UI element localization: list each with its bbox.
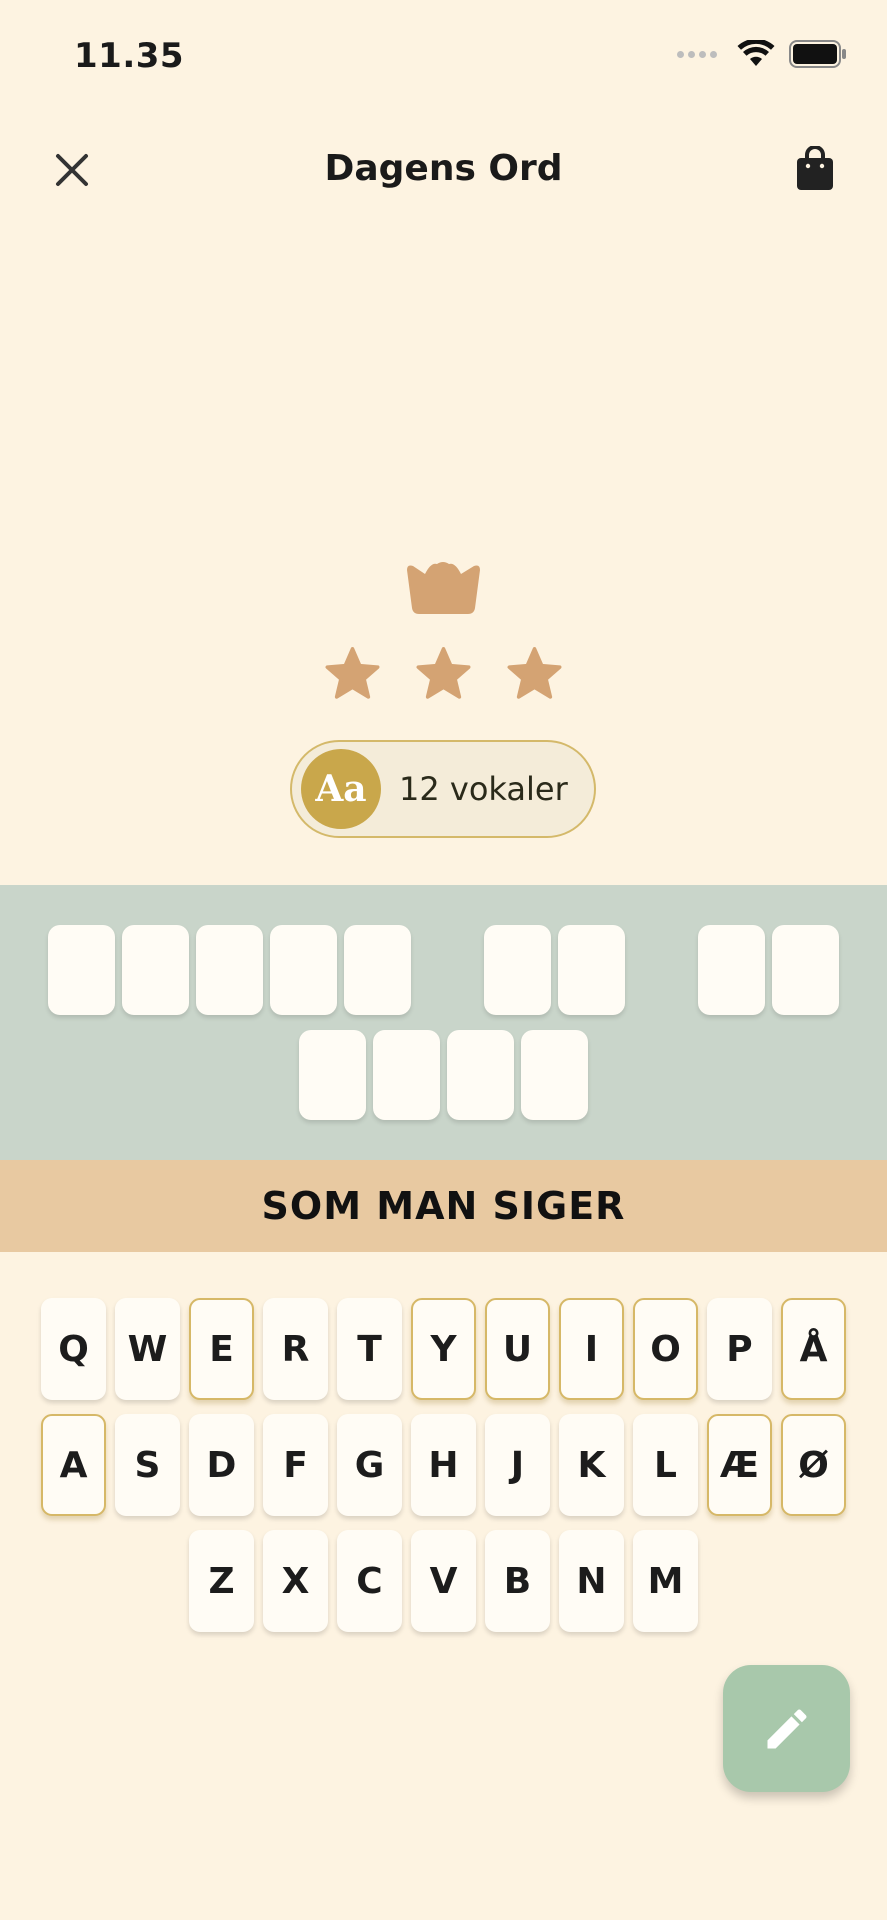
letter-tile[interactable] [196, 925, 263, 1015]
letter-tile[interactable] [521, 1030, 588, 1120]
letter-tile[interactable] [344, 925, 411, 1015]
edit-fab-button[interactable] [723, 1665, 850, 1792]
letter-tile[interactable] [299, 1030, 366, 1120]
battery-icon [789, 40, 846, 68]
key-h[interactable]: H [411, 1414, 476, 1516]
status-time: 11.35 [74, 36, 185, 76]
key-o[interactable]: O [633, 1298, 698, 1400]
letter-tile[interactable] [447, 1030, 514, 1120]
key-x[interactable]: X [263, 1530, 328, 1632]
rating-display [0, 560, 887, 710]
key-l[interactable]: L [633, 1414, 698, 1516]
letter-tile[interactable] [772, 925, 839, 1015]
key-æ[interactable]: Æ [707, 1414, 772, 1516]
word-gap [629, 925, 695, 1015]
key-e[interactable]: E [189, 1298, 254, 1400]
page-title: Dagens Ord [324, 148, 563, 189]
key-d[interactable]: D [189, 1414, 254, 1516]
key-s[interactable]: S [115, 1414, 180, 1516]
wifi-icon [737, 40, 775, 66]
keyboard-row-1: QWERTYUIOPÅ [0, 1298, 887, 1400]
header: Dagens Ord [0, 120, 887, 220]
font-icon: Aa [301, 749, 381, 829]
key-a[interactable]: A [41, 1414, 106, 1516]
star-icon [507, 647, 562, 699]
star-icon [325, 647, 380, 699]
key-ø[interactable]: Ø [781, 1414, 846, 1516]
letter-tile[interactable] [373, 1030, 440, 1120]
key-y[interactable]: Y [411, 1298, 476, 1400]
key-w[interactable]: W [115, 1298, 180, 1400]
key-v[interactable]: V [411, 1530, 476, 1632]
key-å[interactable]: Å [781, 1298, 846, 1400]
shop-button[interactable] [795, 145, 835, 192]
key-c[interactable]: C [337, 1530, 402, 1632]
key-t[interactable]: T [337, 1298, 402, 1400]
key-g[interactable]: G [337, 1414, 402, 1516]
keyboard-row-3: ZXCVBNM [0, 1530, 887, 1632]
vowel-hint-button[interactable]: Aa 12 vokaler [290, 740, 596, 838]
stars [0, 645, 887, 703]
key-m[interactable]: M [633, 1530, 698, 1632]
letter-tile[interactable] [48, 925, 115, 1015]
tile-row-1 [0, 925, 887, 1015]
key-p[interactable]: P [707, 1298, 772, 1400]
status-icons [677, 40, 847, 68]
key-q[interactable]: Q [41, 1298, 106, 1400]
pencil-icon [767, 1708, 807, 1748]
word-board [0, 885, 887, 1160]
key-r[interactable]: R [263, 1298, 328, 1400]
key-u[interactable]: U [485, 1298, 550, 1400]
letter-tile[interactable] [122, 925, 189, 1015]
letter-tile[interactable] [698, 925, 765, 1015]
key-b[interactable]: B [485, 1530, 550, 1632]
key-f[interactable]: F [263, 1414, 328, 1516]
key-j[interactable]: J [485, 1414, 550, 1516]
status-bar: 11.35 [0, 0, 887, 110]
hint-text: 12 vokaler [399, 770, 568, 808]
letter-tile[interactable] [270, 925, 337, 1015]
key-z[interactable]: Z [189, 1530, 254, 1632]
key-i[interactable]: I [559, 1298, 624, 1400]
letter-tile[interactable] [558, 925, 625, 1015]
tile-row-2 [0, 1030, 887, 1120]
key-n[interactable]: N [559, 1530, 624, 1632]
clue-text: SOM MAN SIGER [0, 1160, 887, 1252]
letter-tile[interactable] [484, 925, 551, 1015]
keyboard-row-2: ASDFGHJKLÆØ [0, 1414, 887, 1516]
shopping-bag-icon [797, 145, 833, 190]
word-gap [415, 925, 481, 1015]
cellular-signal-icon [677, 50, 717, 58]
crown-icon [407, 562, 480, 614]
keyboard: QWERTYUIOPÅ ASDFGHJKLÆØ ZXCVBNM [0, 1298, 887, 1646]
key-k[interactable]: K [559, 1414, 624, 1516]
star-icon [416, 647, 471, 699]
